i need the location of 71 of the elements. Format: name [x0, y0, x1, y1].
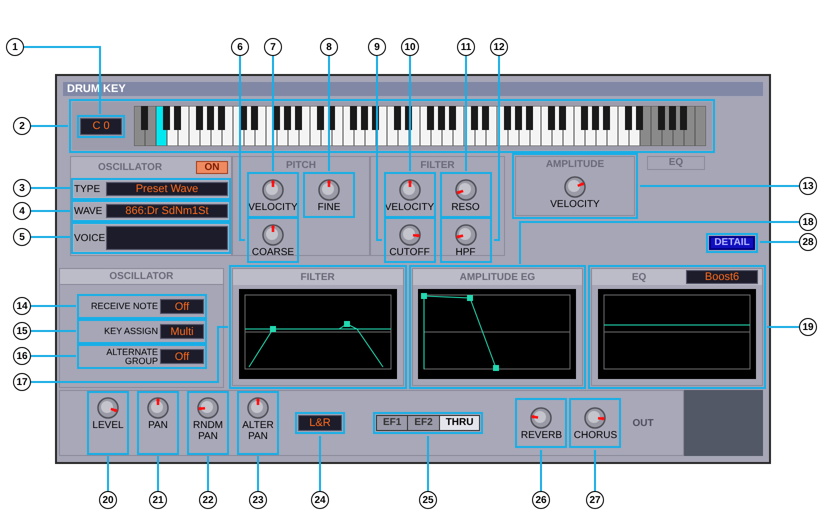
knob-label: VELOCITY [550, 198, 600, 210]
knob-label: RNDM PAN [192, 420, 224, 442]
knob-label: ALTER PAN [241, 420, 275, 442]
value-field: Multi [160, 324, 204, 340]
field-label: TYPE [74, 182, 102, 197]
knob-label: REVERB [520, 430, 562, 441]
out-label: OUT [632, 416, 654, 431]
callout-number: 18 [799, 213, 817, 231]
section-title: AMPLITUDE [546, 158, 604, 172]
callout-number: 5 [13, 228, 31, 246]
value-field: Off [160, 349, 204, 364]
callout-number: 12 [490, 38, 508, 56]
callout-number: 8 [320, 38, 338, 56]
callout-number: 7 [264, 38, 282, 56]
effect-tab[interactable]: EF2 [408, 416, 439, 430]
callout-number: 19 [799, 318, 817, 336]
detail-button[interactable]: DETAIL [709, 236, 755, 250]
callout-number: 9 [368, 38, 386, 56]
knob-label: COARSE [252, 246, 294, 258]
graph-title: EQ [630, 270, 648, 285]
knob-label: LEVEL [92, 420, 124, 432]
field-label: RECEIVE NOTE [90, 302, 158, 312]
section-title: OSCILLATOR [60, 269, 223, 286]
note-display: C 0 [80, 118, 122, 135]
knob-label: HPF [456, 246, 476, 258]
knob-label: CHORUS [574, 430, 618, 441]
callout-number: 10 [401, 38, 419, 56]
effect-tab[interactable]: THRU [440, 416, 480, 430]
value-display: Boost6 [686, 270, 758, 284]
value-field: Off [160, 299, 204, 314]
callout-number: 20 [99, 491, 117, 509]
field-label: KEY ASSIGN [103, 327, 158, 336]
callout-number: 4 [13, 202, 31, 220]
section-title: FILTER [420, 159, 455, 174]
on-button[interactable]: ON [196, 161, 228, 174]
knob-label: RESO [451, 202, 480, 213]
callout-number: 14 [13, 297, 31, 315]
knob-label: CUTOFF [389, 246, 430, 258]
effect-tab[interactable]: EF1 [377, 416, 408, 430]
callout-number: 27 [586, 491, 604, 509]
value-field: 866:Dr SdNm1St [106, 204, 228, 218]
callout-number: 2 [13, 117, 31, 135]
callout-number: 21 [149, 491, 167, 509]
graph-title: AMPLITUDE EG [458, 270, 536, 285]
callout-number: 23 [249, 491, 267, 509]
callout-number: 16 [13, 347, 31, 365]
callout-number: 6 [231, 38, 249, 56]
section-title: OSCILLATOR [98, 161, 162, 176]
section-title: PITCH [286, 159, 316, 174]
knob-label: PAN [148, 420, 168, 432]
callout-number: 22 [199, 491, 217, 509]
callout-number: 17 [13, 373, 31, 391]
callout-number: 24 [311, 491, 329, 509]
callout-number: 15 [13, 322, 31, 340]
callout-number: 28 [799, 233, 817, 251]
callout-number: 11 [457, 38, 475, 56]
knob-label: VELOCITY [248, 202, 298, 213]
window-title: DRUM KEY [63, 82, 763, 96]
value-field: Preset Wave [106, 182, 228, 196]
callout-number: 26 [532, 491, 550, 509]
callout-number: 1 [6, 38, 24, 56]
knob-label: VELOCITY [384, 202, 434, 213]
callout-number: 25 [419, 491, 437, 509]
field-label: WAVE [74, 204, 104, 219]
knob-label: FINE [318, 202, 340, 213]
graph-title: FILTER [299, 270, 336, 285]
pan-mode-display: L&R [298, 415, 342, 432]
callout-number: 13 [799, 177, 817, 195]
field-label: ALTERNATE GROUP [105, 348, 158, 366]
field-label: VOICE [74, 232, 104, 246]
callout-number: 3 [13, 179, 31, 197]
